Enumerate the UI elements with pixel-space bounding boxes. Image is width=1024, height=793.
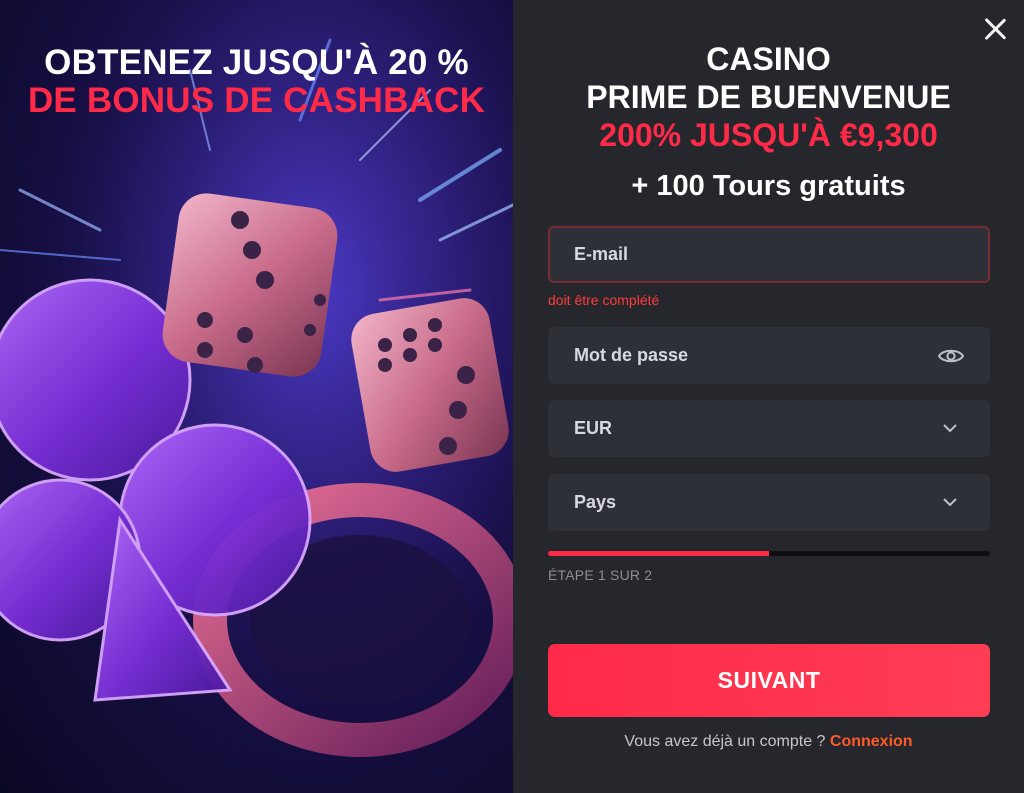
promo-headline-line1: OBTENEZ JUSQU'À 20 % xyxy=(44,43,469,82)
password-field[interactable] xyxy=(548,327,990,384)
promo-headline-line2: DE BONUS DE CASHBACK xyxy=(27,81,486,120)
offer-title-line2: PRIME DE BUENVENUE xyxy=(586,79,951,115)
email-input[interactable] xyxy=(574,244,964,265)
close-icon[interactable] xyxy=(982,16,1008,42)
eye-icon[interactable] xyxy=(937,346,964,366)
offer-title-line1: CASINO xyxy=(706,41,831,77)
signup-panel: CASINO PRIME DE BUENVENUE 200% JUSQU'À €… xyxy=(513,0,1024,793)
offer-bonus: 200% JUSQU'À €9,300 xyxy=(599,117,938,153)
currency-value: EUR xyxy=(574,418,613,438)
offer-free-spins: + 100 Tours gratuits xyxy=(631,170,906,202)
currency-select[interactable]: EUR xyxy=(548,400,990,457)
welcome-offer: CASINO PRIME DE BUENVENUE 200% JUSQU'À €… xyxy=(513,40,1024,204)
step-progress-fill xyxy=(548,551,769,556)
country-select[interactable]: Pays xyxy=(548,474,990,531)
promo-headline: OBTENEZ JUSQU'À 20 % DE BONUS DE CASHBAC… xyxy=(0,44,513,120)
chevron-down-icon xyxy=(936,493,964,513)
next-button[interactable]: SUIVANT xyxy=(548,644,990,717)
promo-banner: OBTENEZ JUSQU'À 20 % DE BONUS DE CASHBAC… xyxy=(0,0,513,793)
chevron-down-icon xyxy=(936,419,964,439)
email-field[interactable] xyxy=(548,226,990,283)
login-prompt: Vous avez déjà un compte ? Connexion xyxy=(513,733,1024,751)
login-link[interactable]: Connexion xyxy=(830,733,913,750)
country-value: Pays xyxy=(574,492,617,512)
registration-modal: OBTENEZ JUSQU'À 20 % DE BONUS DE CASHBAC… xyxy=(0,0,1024,793)
step-indicator: ÉTAPE 1 SUR 2 xyxy=(548,567,653,583)
password-input[interactable] xyxy=(574,345,938,366)
login-prompt-text: Vous avez déjà un compte ? xyxy=(624,733,830,750)
step-progress-bar xyxy=(548,551,990,556)
email-error: doit être complété xyxy=(548,292,660,308)
